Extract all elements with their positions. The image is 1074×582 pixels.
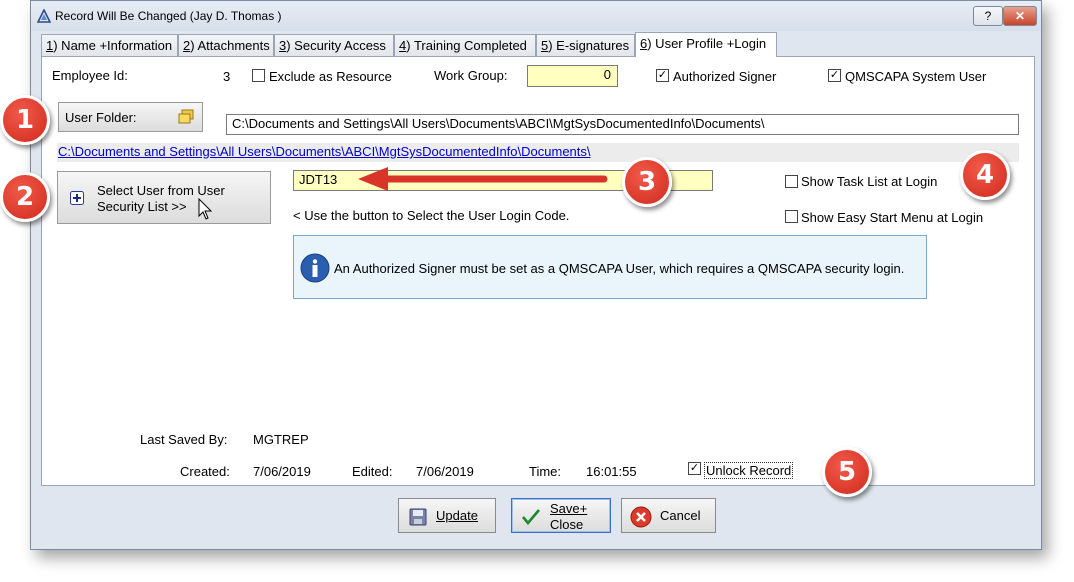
save-close-button[interactable]: Save+ Close	[511, 498, 611, 533]
select-user-button[interactable]: Select User from User Security List >>	[57, 171, 271, 224]
work-group-label: Work Group:	[434, 68, 508, 83]
tab-name-information[interactable]: 1) Name +Information	[41, 34, 178, 56]
edited-label: Edited:	[352, 464, 393, 479]
close-button[interactable]: ✕	[1003, 6, 1037, 26]
time-value: 16:01:55	[586, 464, 637, 479]
created-label: Created:	[180, 464, 230, 479]
update-button[interactable]: Update	[398, 498, 496, 533]
unlock-record-label: Unlock Record	[704, 462, 794, 479]
update-label: Update	[436, 508, 478, 523]
info-message-box: An Authorized Signer must be set as a QM…	[293, 235, 927, 299]
floppy-disk-icon	[409, 508, 427, 526]
authorized-signer-label: Authorized Signer	[673, 69, 777, 84]
info-icon	[300, 253, 330, 283]
window-title: Record Will Be Changed (Jay D. Thomas )	[55, 9, 282, 23]
plus-icon	[70, 191, 84, 205]
cancel-label: Cancel	[660, 508, 701, 523]
red-arrow-icon	[358, 167, 608, 191]
cancel-button[interactable]: Cancel	[621, 498, 716, 533]
user-folder-path-input[interactable]: C:\Documents and Settings\All Users\Docu…	[226, 114, 1019, 135]
annotation-badge-3: 3	[622, 157, 672, 207]
info-message-text: An Authorized Signer must be set as a QM…	[334, 261, 905, 276]
annotation-badge-1: 1	[0, 95, 50, 145]
help-button[interactable]: ?	[973, 6, 1003, 26]
show-task-list-checkbox[interactable]	[785, 175, 798, 188]
show-task-list-label: Show Task List at Login	[801, 174, 938, 189]
hint-text: < Use the button to Select the User Logi…	[293, 208, 570, 223]
time-label: Time:	[529, 464, 562, 479]
show-easy-start-label: Show Easy Start Menu at Login	[801, 210, 984, 225]
close-label: Close	[550, 517, 584, 532]
edited-value: 7/06/2019	[416, 464, 474, 479]
title-bar[interactable]: Record Will Be Changed (Jay D. Thomas ) …	[31, 1, 1041, 31]
user-folder-label: User Folder:	[65, 110, 137, 125]
authorized-signer-checkbox[interactable]: ✓	[656, 69, 669, 82]
annotation-badge-2: 2	[0, 172, 50, 222]
last-saved-label: Last Saved By:	[140, 432, 228, 447]
select-user-label-line2: Security List >>	[97, 199, 187, 214]
tab-training-completed[interactable]: 4) Training Completed	[394, 34, 536, 56]
tab-security-access[interactable]: 3) Security Access	[274, 34, 394, 56]
mouse-cursor-icon	[198, 198, 213, 220]
unlock-record-checkbox[interactable]: ✓	[688, 462, 701, 475]
annotation-badge-4: 4	[960, 150, 1010, 200]
employee-id-label: Employee Id:	[52, 68, 128, 83]
folder-icon	[178, 109, 194, 124]
last-saved-value: MGTREP	[253, 432, 309, 447]
exclude-resource-checkbox[interactable]	[252, 69, 265, 82]
tab-e-signatures[interactable]: 5) E-signatures	[536, 34, 635, 56]
checkmark-icon	[522, 509, 540, 525]
app-logo-icon	[37, 9, 51, 23]
show-easy-start-checkbox[interactable]	[785, 210, 798, 223]
user-folder-button[interactable]: User Folder:	[58, 102, 203, 132]
created-value: 7/06/2019	[253, 464, 311, 479]
annotation-badge-5: 5	[822, 447, 872, 497]
exclude-resource-label: Exclude as Resource	[269, 69, 392, 84]
select-user-label-line1: Select User from User	[97, 183, 225, 198]
cancel-x-icon	[630, 506, 652, 528]
employee-id-value: 3	[223, 69, 231, 84]
tab-user-profile-login[interactable]: 6) User Profile +Login	[635, 32, 777, 57]
system-user-label: QMSCAPA System User	[845, 69, 987, 84]
tab-attachments[interactable]: 2) Attachments	[178, 34, 274, 56]
system-user-checkbox[interactable]: ✓	[828, 69, 841, 82]
save-label: Save+	[550, 501, 588, 516]
tab-strip: 1) Name +Information 2) Attachments 3) S…	[41, 32, 1031, 57]
work-group-input[interactable]: 0	[527, 65, 618, 87]
user-folder-link[interactable]: C:\Documents and Settings\All Users\Docu…	[58, 144, 591, 159]
